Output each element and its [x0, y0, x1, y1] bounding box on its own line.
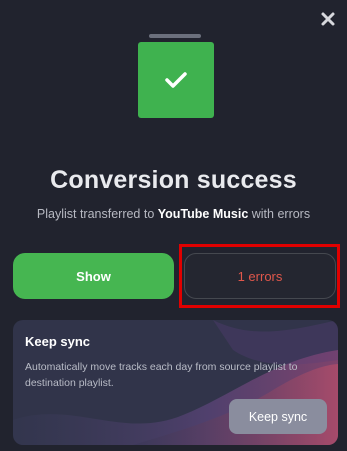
subtitle-suffix: with errors	[248, 207, 311, 221]
show-button[interactable]: Show	[13, 253, 174, 299]
success-badge	[138, 42, 214, 118]
highlight-box	[179, 244, 340, 308]
dialog-title: Conversion success	[50, 166, 297, 194]
keep-sync-title: Keep sync	[25, 334, 91, 349]
keep-sync-card: Keep sync Automatically move tracks each…	[13, 320, 338, 445]
close-icon[interactable]	[319, 10, 337, 28]
keep-sync-description: Automatically move tracks each day from …	[25, 361, 298, 389]
drag-handle	[149, 34, 201, 38]
checkmark-icon	[165, 72, 187, 88]
keep-sync-button[interactable]: Keep sync	[229, 399, 327, 434]
subtitle-prefix: Playlist transferred to	[36, 207, 158, 221]
dialog-subtitle: Playlist transferred to YouTube Music wi…	[0, 207, 347, 221]
destination-service: YouTube Music	[157, 207, 249, 221]
